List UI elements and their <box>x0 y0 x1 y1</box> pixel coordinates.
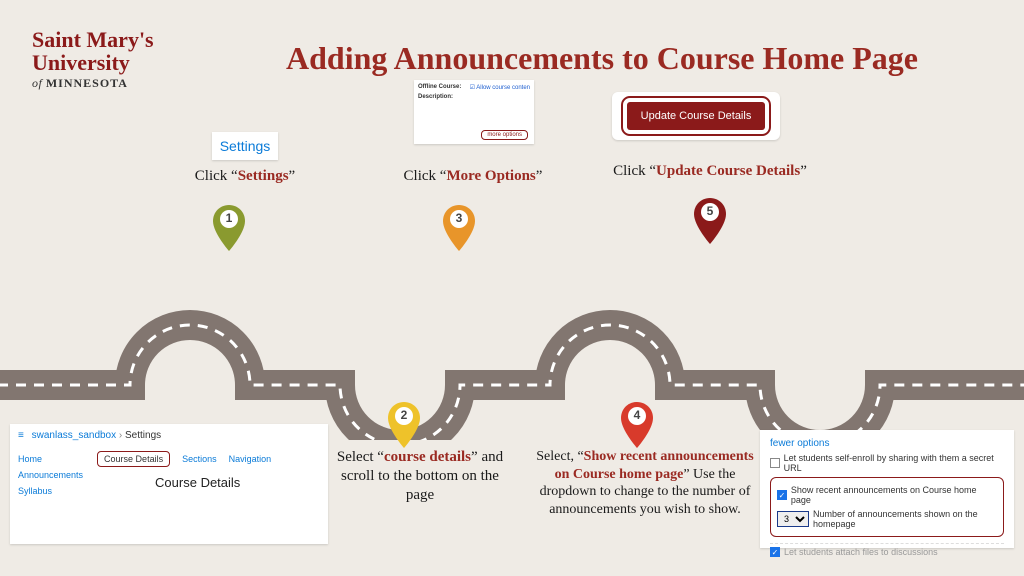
step4-options-snapshot: fewer options Let students self-enroll b… <box>760 430 1014 548</box>
road-graphic <box>0 250 1024 440</box>
step5-caption: Click “Update Course Details” <box>600 162 820 181</box>
nav-home[interactable]: Home <box>18 451 83 467</box>
attach-files-checkbox[interactable]: ✓ <box>770 547 780 557</box>
logo-state: MINNESOTA <box>46 76 128 90</box>
allow-course-content-checkbox[interactable]: ☑ Allow course conten <box>470 84 530 91</box>
page-title: Adding Announcements to Course Home Page <box>0 40 1024 77</box>
pin-number: 3 <box>441 211 477 225</box>
map-pin-1: 1 <box>211 205 247 251</box>
step3-caption: Click “More Options” <box>378 167 568 186</box>
map-pin-4: 4 <box>619 402 655 448</box>
course-details-heading: Course Details <box>155 475 271 490</box>
pin-number: 5 <box>692 204 728 218</box>
self-enroll-label: Let students self-enroll by sharing with… <box>784 453 1004 473</box>
tab-sections[interactable]: Sections <box>182 454 217 464</box>
map-pin-3: 3 <box>441 205 477 251</box>
fewer-options-link[interactable]: fewer options <box>770 438 1004 449</box>
step4-caption: Select, “Show recent announcements on Co… <box>530 448 760 518</box>
nav-announcements[interactable]: Announcements <box>18 467 83 483</box>
map-pin-2: 2 <box>386 402 422 448</box>
offline-course-label: Offline Course: <box>418 84 461 91</box>
description-label: Description: <box>418 94 453 100</box>
tab-course-details[interactable]: Course Details <box>97 451 170 467</box>
tab-navigation[interactable]: Navigation <box>229 454 272 464</box>
step2-caption: Select “course details” and scroll to th… <box>330 448 510 504</box>
step2-course-details-snapshot: ≡ swanlass_sandbox › Settings Home Annou… <box>10 424 328 544</box>
logo-of: of <box>32 76 42 90</box>
breadcrumb-current: Settings <box>125 430 161 441</box>
pin-number: 2 <box>386 408 422 422</box>
settings-tabs: Course Details Sections Navigation <box>97 451 271 467</box>
pin-number: 1 <box>211 211 247 225</box>
announcement-count-select[interactable]: 3 <box>777 511 809 527</box>
show-recent-label: Show recent announcements on Course home… <box>791 485 997 505</box>
left-nav: Home Announcements Syllabus <box>18 451 83 500</box>
update-course-details-button[interactable]: Update Course Details <box>627 102 766 130</box>
self-enroll-checkbox[interactable] <box>770 458 780 468</box>
step3-more-options-snapshot: Offline Course: ☑ Allow course conten De… <box>414 80 534 144</box>
breadcrumb: ≡ swanlass_sandbox › Settings <box>18 430 320 441</box>
hamburger-icon[interactable]: ≡ <box>18 430 23 441</box>
pin-number: 4 <box>619 408 655 422</box>
show-recent-highlight: ✓ Show recent announcements on Course ho… <box>770 477 1004 537</box>
show-recent-checkbox[interactable]: ✓ <box>777 490 787 500</box>
more-options-button[interactable]: more options <box>481 130 528 140</box>
announcement-count-label: Number of announcements shown on the hom… <box>813 509 997 529</box>
logo-line-3: of MINNESOTA <box>32 77 154 90</box>
attach-files-label: Let students attach files to discussions <box>784 547 938 557</box>
step1-settings-snapshot: Settings <box>212 132 278 160</box>
map-pin-5: 5 <box>692 198 728 244</box>
nav-syllabus[interactable]: Syllabus <box>18 483 83 499</box>
step1-caption: Click “Settings” <box>160 167 330 186</box>
settings-link[interactable]: Settings <box>220 138 271 154</box>
breadcrumb-root[interactable]: swanlass_sandbox <box>32 430 117 441</box>
step5-update-button-snapshot: Update Course Details <box>612 92 780 140</box>
